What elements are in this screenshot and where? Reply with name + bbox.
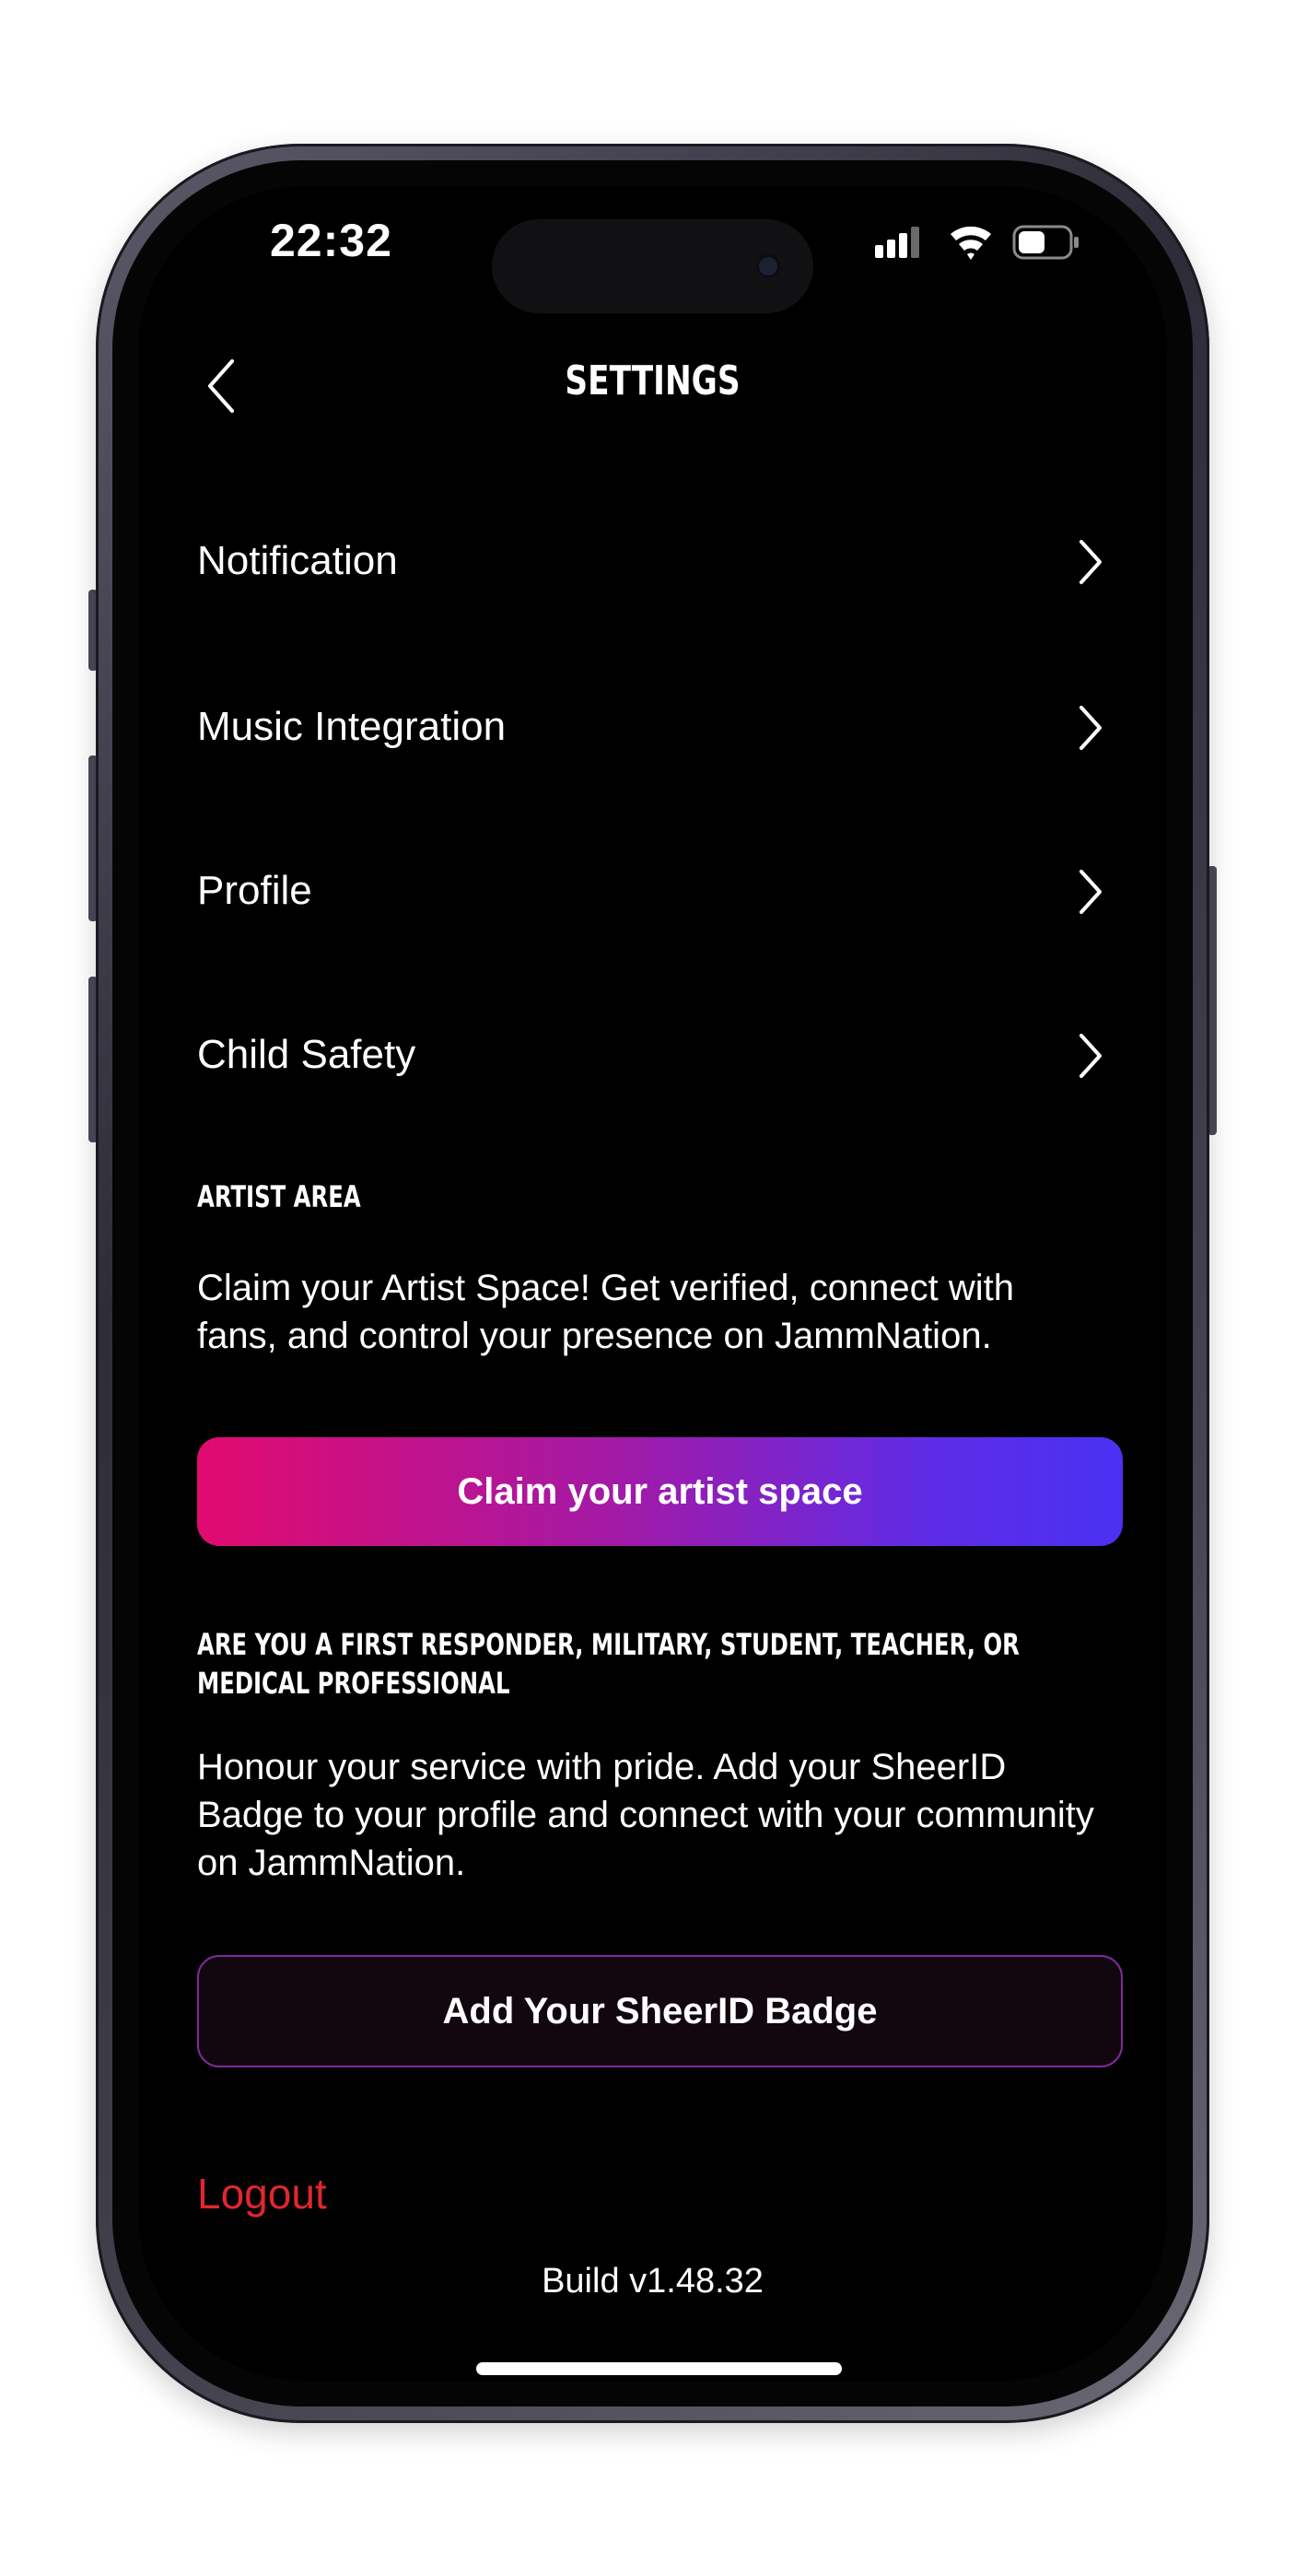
claim-artist-space-label: Claim your artist space [457,1470,863,1512]
dynamic-island [492,219,813,313]
sheerid-heading: ARE YOU A FIRST RESPONDER, MILITARY, STU… [197,1627,1020,1701]
build-version: Build v1.48.32 [542,2262,764,2301]
device-mockup: 22:32 SETTINGS Notification Music Integr… [0,0,1307,2576]
chevron-right-icon [1079,870,1102,914]
menu-item-child-safety[interactable]: Child Safety [197,1006,1109,1107]
camera-icon [756,254,780,278]
add-sheerid-badge-button[interactable]: Add Your SheerID Badge [197,1955,1123,2067]
menu-item-music-integration[interactable]: Music Integration [197,678,1109,779]
status-icons [875,225,1079,260]
artist-area-heading: ARTIST AREA [197,1179,361,1214]
status-time: 22:32 [270,215,392,266]
chevron-right-icon [1079,1034,1102,1078]
menu-item-label: Profile [197,868,312,913]
chevron-left-icon[interactable] [195,354,251,418]
cellular-signal-icon [875,227,919,258]
battery-icon [1012,225,1079,260]
chevron-right-icon [1079,706,1102,750]
claim-artist-space-button[interactable]: Claim your artist space [197,1437,1123,1546]
menu-item-notification[interactable]: Notification [197,512,1109,614]
menu-item-label: Child Safety [197,1032,416,1077]
logout-link[interactable]: Logout [197,2169,327,2219]
menu-item-label: Notification [197,538,398,583]
wifi-icon [951,226,991,260]
menu-item-profile[interactable]: Profile [197,842,1109,943]
menu-item-label: Music Integration [197,704,507,749]
page-title: SETTINGS [565,357,741,404]
settings-screen: 22:32 SETTINGS Notification Music Integr… [138,186,1167,2381]
home-indicator[interactable] [476,2362,842,2375]
sheerid-description: Honour your service with pride. Add your… [197,1747,1094,1883]
add-sheerid-badge-label: Add Your SheerID Badge [442,1990,878,2032]
chevron-right-icon [1079,540,1102,584]
artist-area-description: Claim your Artist Space! Get verified, c… [197,1268,1015,1356]
